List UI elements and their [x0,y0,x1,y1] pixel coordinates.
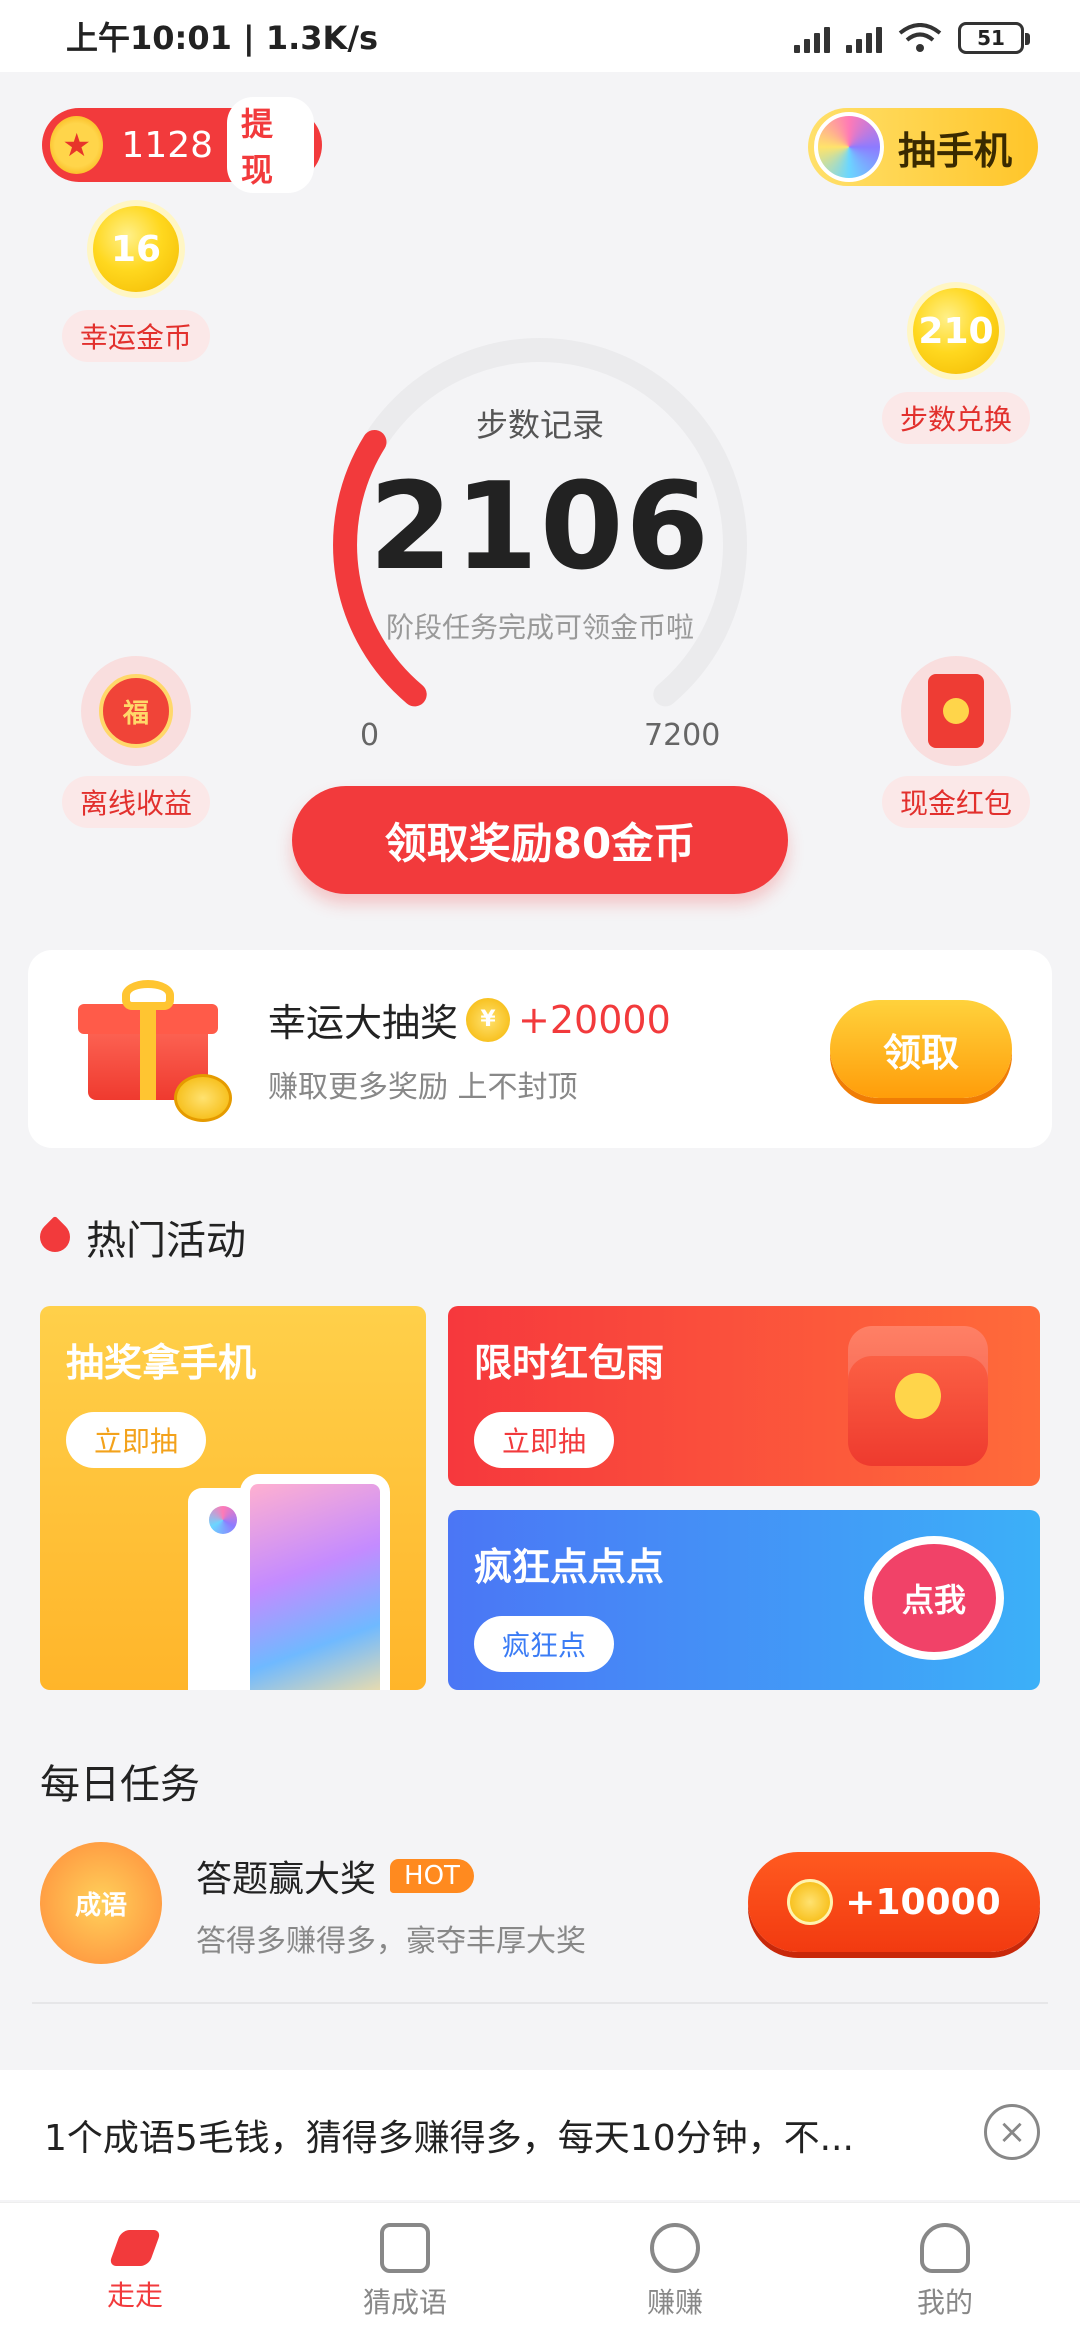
red-packet-icon [848,1326,988,1466]
signal-icon [794,23,830,53]
offline-earnings-label: 离线收益 [61,776,210,828]
steps-count: 2106 [369,458,711,597]
coin-icon [787,1879,834,1925]
lucky-bag-icon: 福 [81,656,191,766]
task-reward: +10000 [845,1881,1001,1923]
wifi-icon [898,23,942,53]
yuan-coin-icon: ¥ [466,997,511,1042]
red-envelope-icon [928,674,984,748]
status-time: 上午10:01 | 1.3K/s [66,19,379,57]
lucky-draw-name: 幸运大抽奖 [268,1001,459,1045]
coin-balance: 1128 [121,124,214,166]
tap-me-button[interactable]: 点我 [864,1536,1004,1660]
lucky-coin[interactable]: 16 幸运金币 [36,206,236,362]
diamond-icon [650,2222,700,2273]
lucky-draw-amount: +20000 [518,997,671,1042]
activity-crazy-tap[interactable]: 疯狂点点点 疯狂点 点我 [448,1510,1040,1690]
activity-title: 限时红包雨 [474,1341,665,1385]
idiom-quiz-icon: 成语 [40,1842,162,1964]
status-icons: 51 [794,22,1030,54]
tab-label: 我的 [916,2285,973,2319]
battery-icon: 51 [958,22,1030,54]
gauge-max: 7200 [644,718,721,753]
lucky-draw-title: 幸运大抽奖 ¥ +20000 [268,992,671,1047]
hot-activities-label: 热门活动 [86,1218,246,1264]
lucky-coin-label: 幸运金币 [61,310,210,362]
tab-idiom[interactable]: 猜成语 [270,2203,540,2340]
activity-title: 疯狂点点点 [474,1545,665,1589]
lucky-draw-subtitle: 赚取更多奖励 上不封顶 [268,1070,578,1105]
activity-action-button[interactable]: 立即抽 [66,1412,207,1468]
close-icon[interactable]: × [984,2104,1040,2160]
hd-signal-icon [846,23,882,53]
fu-icon: 福 [99,674,173,748]
bottom-tab-bar: 走走 猜成语 赚赚 我的 [0,2202,1080,2340]
step-exchange-icon: 210 [913,288,999,374]
tab-label: 赚赚 [646,2285,703,2319]
tab-walk[interactable]: 走走 [0,2203,270,2340]
activity-action-button[interactable]: 疯狂点 [474,1616,615,1672]
flame-icon [33,1215,77,1259]
claim-reward-button[interactable]: 领取奖励80金币 [292,786,788,894]
offline-earnings[interactable]: 福 离线收益 [36,656,236,828]
steps-subtitle: 阶段任务完成可领金币啦 [385,611,694,644]
lucky-coin-icon: 16 [93,206,179,292]
phone-image [240,1474,390,1690]
cash-red-packet-label: 现金红包 [881,776,1030,828]
tab-label: 猜成语 [362,2285,447,2319]
star-coin-icon: ★ [50,116,104,174]
task-title: 答题赢大奖 HOT [196,1850,474,1902]
tab-earn[interactable]: 赚赚 [540,2203,810,2340]
person-icon [920,2222,970,2273]
cash-red-packet[interactable]: 现金红包 [856,656,1056,828]
activity-red-packet-rain[interactable]: 限时红包雨 立即抽 [448,1306,1040,1486]
status-bar: 上午10:01 | 1.3K/s 51 [0,0,1080,72]
shoe-icon [108,2229,162,2266]
tab-mine[interactable]: 我的 [810,2203,1080,2340]
promo-banner[interactable]: 1个成语5毛钱，猜得多赚得多，每天10分钟，不... × [0,2070,1080,2200]
divider [32,2002,1048,2004]
activity-phone-draw[interactable]: 抽奖拿手机 立即抽 [40,1306,426,1690]
book-icon [380,2222,430,2273]
promo-text: 1个成语5毛钱，猜得多赚得多，每天10分钟，不... [44,2118,854,2159]
coin-balance-pill[interactable]: ★ 1128 提现 [42,97,322,193]
gauge-min: 0 [360,718,380,753]
phone-draw-button[interactable]: 抽手机 [808,108,1038,186]
task-name: 答题赢大奖 [196,1859,377,1900]
gift-box-icon [78,978,232,1122]
red-packet-bg [901,656,1011,766]
task-reward-button[interactable]: +10000 [748,1852,1040,1952]
lucky-draw-card[interactable]: 幸运大抽奖 ¥ +20000 赚取更多奖励 上不封顶 领取 [28,950,1052,1148]
withdraw-button[interactable]: 提现 [227,97,314,193]
phone-draw-label: 抽手机 [898,128,1013,173]
phone-prize-icon [814,112,884,182]
activity-action-button[interactable]: 立即抽 [474,1412,615,1468]
lucky-draw-claim-button[interactable]: 领取 [830,1000,1012,1098]
steps-title: 步数记录 [475,406,604,444]
hot-activities-title: 热门活动 [33,1208,246,1266]
hot-badge: HOT [390,1859,474,1893]
daily-tasks-title: 每日任务 [40,1762,200,1808]
task-quiz[interactable]: 成语 答题赢大奖 HOT 答得多赚得多，豪夺丰厚大奖 +10000 [40,1842,1040,1970]
activity-title: 抽奖拿手机 [66,1341,257,1385]
task-subtitle: 答得多赚得多，豪夺丰厚大奖 [196,1924,586,1959]
tab-label: 走走 [106,2278,163,2312]
